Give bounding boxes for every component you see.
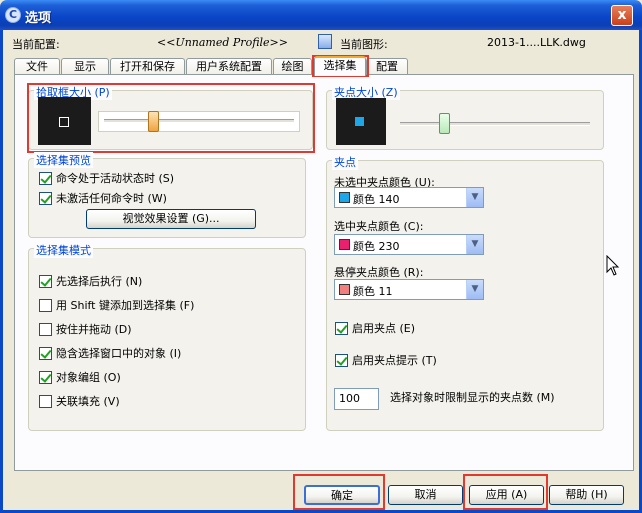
color-swatch	[339, 284, 350, 295]
chevron-down-icon[interactable]: ▼	[466, 280, 483, 299]
select-value: 颜色 230	[353, 240, 400, 253]
mouse-cursor-icon	[606, 255, 620, 276]
close-button[interactable]: x	[611, 5, 633, 26]
current-profile-label: 当前配置:	[12, 38, 60, 51]
preview-active-command-checkbox[interactable]: 命令处于活动状态时 (S)	[39, 170, 174, 186]
checkbox-box[interactable]	[39, 191, 52, 205]
tab-files[interactable]: 文件	[14, 58, 60, 75]
checkbox-box[interactable]	[39, 171, 52, 185]
checkbox-box[interactable]	[39, 322, 52, 336]
hover-grip-color-select[interactable]: 颜色 11 ▼	[334, 279, 484, 300]
tab-open-save[interactable]: 打开和保存	[110, 58, 185, 75]
title-bar[interactable]	[0, 0, 642, 30]
tab-drafting[interactable]: 绘图	[273, 58, 312, 75]
window-frame-left	[0, 30, 3, 513]
chevron-down-icon[interactable]: ▼	[466, 188, 483, 207]
selection-preview-title: 选择集预览	[34, 152, 93, 168]
hover-grip-color-label: 悬停夹点颜色 (R):	[334, 266, 424, 279]
checkbox-label: 先选择后执行 (N)	[56, 275, 143, 288]
checkbox-box[interactable]	[39, 274, 52, 288]
preview-no-command-checkbox[interactable]: 未激活任何命令时 (W)	[39, 190, 167, 206]
checkbox-box[interactable]	[335, 321, 348, 335]
tab-selection[interactable]: 选择集	[314, 56, 366, 76]
highlight-apply-button	[463, 474, 548, 510]
checkbox-label: 关联填充 (V)	[56, 395, 120, 408]
implied-windowing-checkbox[interactable]: 隐含选择窗口中的对象 (I)	[39, 345, 181, 361]
enable-grip-tips-checkbox[interactable]: 启用夹点提示 (T)	[335, 352, 437, 368]
press-and-drag-checkbox[interactable]: 按住并拖动 (D)	[39, 321, 132, 337]
cancel-button[interactable]: 取消	[388, 485, 463, 505]
checkbox-box[interactable]	[39, 298, 52, 312]
checkbox-label: 启用夹点 (E)	[352, 322, 416, 335]
checkbox-box[interactable]	[39, 394, 52, 408]
selection-modes-title: 选择集模式	[34, 242, 93, 258]
checkbox-label: 对象编组 (O)	[56, 371, 121, 384]
checkbox-label: 隐含选择窗口中的对象 (I)	[56, 347, 182, 360]
shift-to-add-checkbox[interactable]: 用 Shift 键添加到选择集 (F)	[39, 297, 194, 313]
help-button[interactable]: 帮助 (H)	[549, 485, 624, 505]
highlight-pickbox	[27, 83, 315, 153]
tab-display[interactable]: 显示	[61, 58, 109, 75]
object-grouping-checkbox[interactable]: 对象编组 (O)	[39, 369, 121, 385]
select-value: 颜色 11	[353, 285, 393, 298]
current-drawing-value: 2013-1....LLK.dwg	[487, 36, 586, 49]
selected-grip-color-label: 选中夹点颜色 (C):	[334, 220, 424, 233]
highlight-ok-button	[293, 474, 385, 510]
selected-grip-color-select[interactable]: 颜色 230 ▼	[334, 234, 484, 255]
window-title: 选项	[25, 11, 52, 26]
checkbox-box[interactable]	[335, 353, 348, 367]
enable-grips-checkbox[interactable]: 启用夹点 (E)	[335, 320, 415, 336]
grip-limit-input[interactable]: 100	[334, 388, 379, 410]
checkbox-label: 命令处于活动状态时 (S)	[56, 172, 175, 185]
drawing-icon	[318, 34, 332, 49]
checkbox-box[interactable]	[39, 346, 52, 360]
color-swatch	[339, 239, 350, 250]
color-swatch	[339, 192, 350, 203]
select-value: 颜色 140	[353, 193, 400, 206]
checkbox-label: 启用夹点提示 (T)	[352, 354, 437, 367]
grip-slider-thumb[interactable]	[439, 113, 450, 134]
grip-preview-square	[355, 117, 364, 126]
checkbox-label: 按住并拖动 (D)	[56, 323, 132, 336]
noun-verb-selection-checkbox[interactable]: 先选择后执行 (N)	[39, 273, 142, 289]
tab-profiles[interactable]: 配置	[366, 58, 408, 75]
current-drawing-label: 当前图形:	[340, 38, 388, 51]
grip-limit-label: 选择对象时限制显示的夹点数 (M)	[390, 391, 555, 404]
tab-bar: 文件 显示 打开和保存 用户系统配置 绘图 选择集 配置	[14, 56, 634, 76]
app-icon: C	[5, 7, 21, 23]
current-profile-value: <<Unnamed Profile>>	[157, 36, 288, 49]
chevron-down-icon[interactable]: ▼	[466, 235, 483, 254]
grip-slider-track[interactable]	[400, 122, 590, 126]
checkbox-label: 未激活任何命令时 (W)	[56, 192, 167, 205]
unselected-grip-color-select[interactable]: 颜色 140 ▼	[334, 187, 484, 208]
checkbox-box[interactable]	[39, 370, 52, 384]
visual-effect-settings-button[interactable]: 视觉效果设置 (G)...	[86, 209, 256, 229]
checkbox-label: 用 Shift 键添加到选择集 (F)	[56, 299, 195, 312]
associative-hatch-checkbox[interactable]: 关联填充 (V)	[39, 393, 120, 409]
grips-title: 夹点	[332, 154, 358, 170]
tab-user-preferences[interactable]: 用户系统配置	[186, 58, 272, 75]
